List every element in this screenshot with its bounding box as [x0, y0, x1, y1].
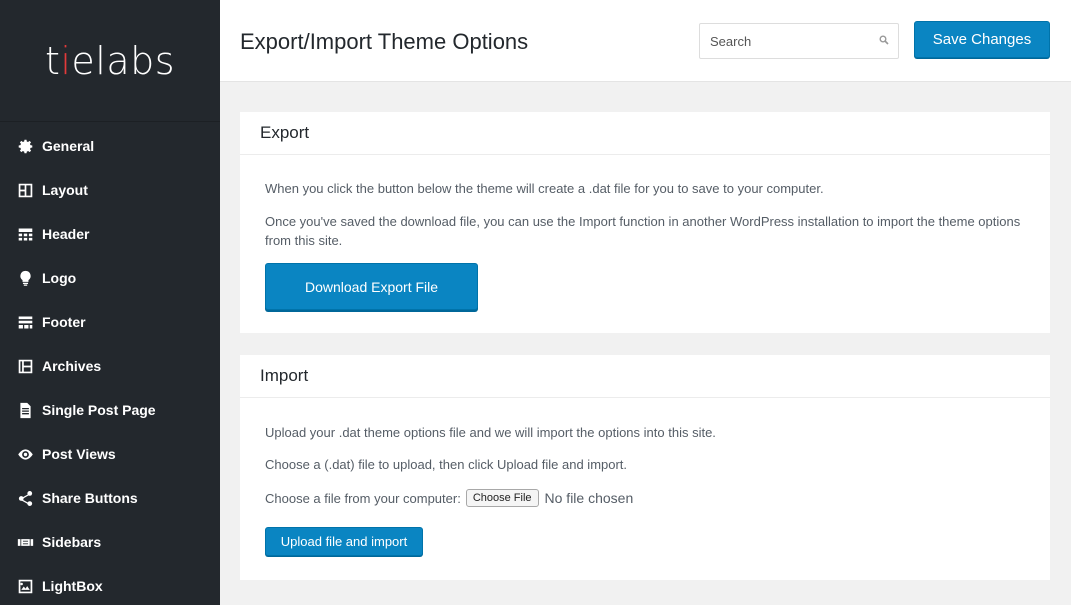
download-export-file-button[interactable]: Download Export File	[265, 263, 478, 310]
sidebar-item-label: Share Buttons	[42, 490, 138, 506]
footer-icon	[16, 313, 34, 331]
sidebar-item-layout[interactable]: Layout	[0, 168, 220, 212]
file-chooser-label: Choose a file from your computer:	[265, 490, 461, 506]
archives-icon	[16, 357, 34, 375]
sidebar-item-lightbox[interactable]: LightBox	[0, 564, 220, 605]
export-instructions: Once you've saved the download file, you…	[265, 214, 1021, 248]
gear-icon	[16, 137, 34, 155]
sidebar-item-sidebars[interactable]: Sidebars	[0, 520, 220, 564]
sidebar-item-single-post-page[interactable]: Single Post Page	[0, 388, 220, 432]
eye-icon	[16, 445, 34, 463]
sidebar-nav: General Layout Header Logo Footer Archiv…	[0, 122, 220, 605]
document-icon	[16, 401, 34, 419]
export-panel: Export When you click the button below t…	[240, 112, 1050, 333]
sidebar-item-label: Single Post Page	[42, 402, 156, 418]
sidebar-item-label: Archives	[42, 358, 102, 374]
sidebar: tielabs General Layout Header Logo Foote…	[0, 0, 220, 605]
sidebar-item-label: Post Views	[42, 446, 116, 462]
sidebar-item-general[interactable]: General	[0, 124, 220, 168]
sidebar-item-logo[interactable]: Logo	[0, 256, 220, 300]
search-icon[interactable]	[879, 35, 889, 45]
search-box[interactable]	[699, 23, 899, 59]
sidebar-item-label: Layout	[42, 182, 88, 198]
sidebar-item-post-views[interactable]: Post Views	[0, 432, 220, 476]
sidebar-item-header[interactable]: Header	[0, 212, 220, 256]
sidebar-item-archives[interactable]: Archives	[0, 344, 220, 388]
lightbulb-icon	[16, 269, 34, 287]
page-title: Export/Import Theme Options	[240, 29, 529, 54]
sidebar-item-label: Header	[42, 226, 90, 242]
sidebar-item-share-buttons[interactable]: Share Buttons	[0, 476, 220, 520]
sidebar-item-label: Logo	[42, 270, 77, 286]
header-icon	[16, 225, 34, 243]
import-instructions: Choose a (.dat) file to upload, then cli…	[265, 457, 628, 472]
sidebar-item-label: LightBox	[42, 578, 103, 594]
layout-icon	[16, 181, 34, 199]
sidebar-item-label: Footer	[42, 314, 86, 330]
sidebars-icon	[16, 533, 34, 551]
file-chooser-row: Choose a file from your computer: Choose…	[265, 489, 633, 507]
export-panel-title: Export	[240, 112, 1050, 155]
no-file-chosen-text: No file chosen	[544, 490, 634, 506]
top-bar: Export/Import Theme Options Save Changes	[220, 0, 1071, 82]
import-panel: Import Upload your .dat theme options fi…	[240, 355, 1050, 580]
upload-file-and-import-button[interactable]: Upload file and import	[265, 527, 423, 556]
import-panel-title: Import	[240, 355, 1050, 398]
sidebar-item-footer[interactable]: Footer	[0, 300, 220, 344]
sidebar-item-label: General	[42, 138, 95, 154]
export-description: When you click the button below the them…	[265, 181, 824, 196]
share-icon	[16, 489, 34, 507]
search-input[interactable]	[700, 24, 870, 58]
image-icon	[16, 577, 34, 595]
import-description: Upload your .dat theme options file and …	[265, 425, 716, 440]
save-changes-button[interactable]: Save Changes	[914, 21, 1050, 58]
logo-text: tielabs	[44, 38, 176, 83]
logo[interactable]: tielabs	[0, 0, 220, 122]
sidebar-item-label: Sidebars	[42, 534, 102, 550]
choose-file-button[interactable]: Choose File	[465, 489, 539, 507]
